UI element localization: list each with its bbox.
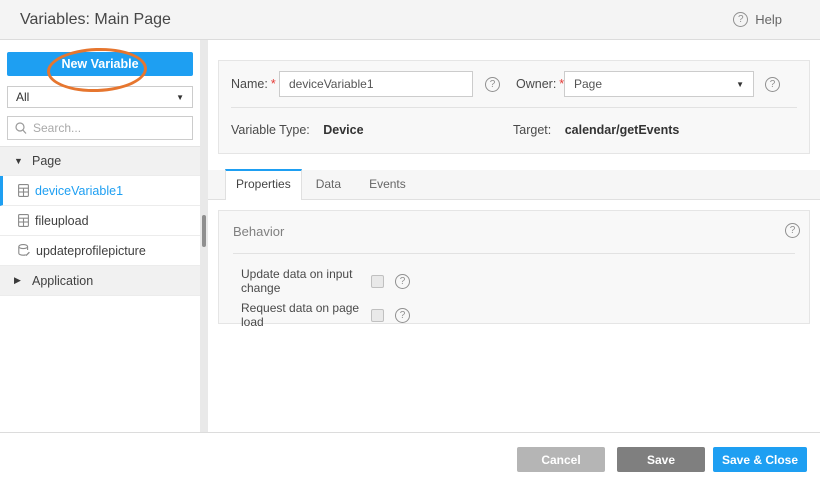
variables-sidebar: New Variable All ▼ ▼ Page (0, 40, 200, 432)
tree-item-devicevariable1[interactable]: deviceVariable1 (0, 176, 200, 206)
option-help-icon[interactable]: ? (395, 308, 410, 323)
variable-summary-card: Name:* ? Owner:* Page ▼ ? Variable Type:… (218, 60, 810, 154)
variable-type-label: Variable Type: (231, 123, 310, 137)
sidebar-scrollbar-track[interactable] (200, 40, 208, 432)
tree-collapsed-icon[interactable]: ▶ (14, 275, 24, 286)
required-asterisk: * (271, 77, 276, 91)
tab-data[interactable]: Data (302, 169, 355, 199)
search-icon (15, 122, 27, 135)
new-variable-button[interactable]: New Variable (7, 52, 193, 76)
owner-selected-value: Page (574, 77, 602, 91)
tree-item-label: deviceVariable1 (35, 184, 123, 198)
variables-dialog: Variables: Main Page ? Help New Variable… (0, 0, 820, 486)
tree-group-page[interactable]: ▼ Page (0, 146, 200, 176)
variable-name-input[interactable] (279, 71, 473, 97)
cancel-button[interactable]: Cancel (517, 447, 605, 472)
option-row-request-on-page-load: Request data on page load ? (241, 307, 410, 323)
device-variable-icon (18, 184, 29, 197)
tree-item-updateprofilepicture[interactable]: updateprofilepicture (0, 236, 200, 266)
request-data-on-page-load-checkbox[interactable] (371, 309, 384, 322)
help-label: Help (755, 12, 782, 27)
save-button[interactable]: Save (617, 447, 705, 472)
variable-type-value: Device (323, 123, 363, 137)
detail-tabbar: Properties Data Events (208, 170, 820, 200)
update-data-on-input-change-checkbox[interactable] (371, 275, 384, 288)
tab-events[interactable]: Events (355, 169, 420, 199)
behavior-help-icon[interactable]: ? (785, 223, 800, 238)
divider (233, 253, 795, 254)
owner-label: Owner:* (516, 77, 564, 91)
help-circle-icon: ? (733, 12, 748, 27)
tree-group-label: Page (32, 154, 61, 168)
behavior-section-title: Behavior (233, 224, 284, 239)
owner-help-icon[interactable]: ? (765, 77, 780, 92)
dialog-header: Variables: Main Page ? Help (0, 0, 820, 40)
service-variable-icon (18, 244, 30, 257)
option-label: Update data on input change (241, 267, 371, 295)
tree-item-label: fileupload (35, 214, 89, 228)
tree-item-fileupload[interactable]: fileupload (0, 206, 200, 236)
help-link[interactable]: ? Help (733, 12, 782, 27)
variable-filter-select[interactable]: All ▼ (7, 86, 193, 108)
name-help-icon[interactable]: ? (485, 77, 500, 92)
chevron-down-icon: ▼ (176, 93, 184, 102)
type-target-row: Variable Type: Device Target: calendar/g… (219, 121, 809, 141)
target-value: calendar/getEvents (565, 123, 680, 137)
tree-group-application[interactable]: ▶ Application (0, 266, 200, 296)
dialog-footer: Cancel Save Save & Close (0, 432, 820, 486)
search-box (7, 116, 193, 140)
save-and-close-button[interactable]: Save & Close (713, 447, 807, 472)
name-label: Name:* (231, 77, 276, 91)
filter-selected-value: All (16, 90, 29, 104)
option-label: Request data on page load (241, 301, 371, 329)
variable-detail-panel: Name:* ? Owner:* Page ▼ ? Variable Type:… (208, 40, 820, 432)
sidebar-scrollbar-thumb[interactable] (202, 215, 206, 247)
owner-select[interactable]: Page ▼ (564, 71, 754, 97)
tree-item-label: updateprofilepicture (36, 244, 146, 258)
option-help-icon[interactable]: ? (395, 274, 410, 289)
device-variable-icon (18, 214, 29, 227)
behavior-section: Behavior ? Update data on input change ?… (218, 210, 810, 324)
tree-expanded-icon[interactable]: ▼ (14, 156, 24, 166)
tab-properties[interactable]: Properties (225, 169, 302, 200)
divider (231, 107, 797, 108)
page-title: Variables: Main Page (20, 11, 171, 29)
target-label: Target: (513, 123, 551, 137)
chevron-down-icon: ▼ (736, 80, 744, 89)
name-owner-row: Name:* ? Owner:* Page ▼ ? (219, 71, 809, 97)
option-row-update-on-input-change: Update data on input change ? (241, 273, 410, 289)
variables-tree: ▼ Page deviceVariable1 f (0, 146, 200, 296)
search-input[interactable] (33, 118, 188, 138)
tree-group-label: Application (32, 274, 93, 288)
